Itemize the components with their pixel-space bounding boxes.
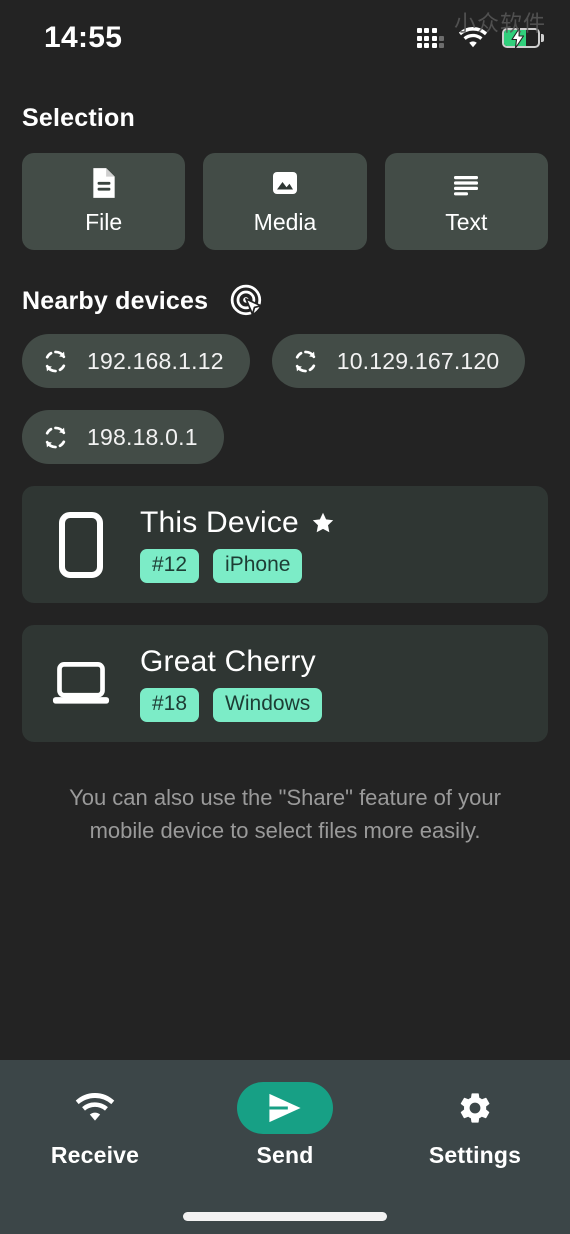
status-icons [416, 27, 544, 49]
scan-target-cursor-icon[interactable] [230, 284, 264, 318]
selection-media-button[interactable]: Media [203, 153, 367, 250]
nav-send-label: Send [256, 1142, 314, 1168]
signal-dots-icon [416, 28, 444, 48]
device-name-row: This Device [140, 506, 335, 540]
device-name: This Device [140, 506, 299, 540]
nav-item-receive[interactable]: Receive [0, 1078, 190, 1212]
laptop-icon [52, 661, 110, 704]
device-id-badge: #12 [140, 549, 200, 583]
nav-receive-icon-wrap [75, 1086, 115, 1130]
device-badges: #12 iPhone [140, 549, 335, 583]
share-hint-text: You can also use the "Share" feature of … [69, 785, 501, 843]
nav-send-icon-wrap [237, 1082, 333, 1134]
sync-icon [45, 426, 66, 448]
device-os-badge: Windows [213, 688, 323, 722]
device-icon-wrap [52, 659, 110, 709]
image-icon [272, 172, 297, 194]
device-name: Great Cherry [140, 645, 316, 679]
nearby-address-chip[interactable]: 10.129.167.120 [271, 334, 526, 388]
nearby-address-chip[interactable]: 198.18.0.1 [22, 410, 224, 464]
gear-icon [460, 1093, 490, 1123]
send-icon [269, 1093, 301, 1123]
device-name-row: Great Cherry [140, 645, 322, 679]
nav-item-settings[interactable]: Settings [380, 1078, 570, 1212]
status-time: 14:55 [44, 21, 123, 54]
nearby-devices-header: Nearby devices [22, 284, 548, 318]
device-os-badge: iPhone [213, 549, 303, 583]
device-icon-wrap [52, 511, 110, 578]
selection-row: File Media Text [22, 153, 548, 250]
selection-text-button[interactable]: Text [384, 153, 548, 250]
device-info: Great Cherry #18 Windows [140, 645, 323, 722]
phone-icon [59, 511, 103, 578]
selection-title: Selection [22, 104, 135, 132]
main-content: Selection File Media Text Nearby devices… [0, 76, 570, 1060]
bottom-navigation: Receive Send Settings [0, 1060, 570, 1234]
wifi-icon [458, 27, 488, 48]
nav-settings-label: Settings [428, 1142, 522, 1168]
selection-media-label: Media [253, 209, 317, 235]
device-id-badge: #18 [140, 688, 200, 722]
bottom-nav-row: Receive Send Settings [0, 1078, 570, 1212]
nav-settings-icon-wrap [457, 1086, 493, 1130]
nearby-address-label: 10.129.167.120 [336, 347, 500, 374]
nav-item-send[interactable]: Send [190, 1078, 380, 1212]
status-bar: 14:55 小众软件 [0, 0, 570, 76]
charging-bolt-icon [511, 28, 525, 48]
app-screen: 14:55 小众软件 Selection File Media Text Nea… [0, 0, 570, 1234]
home-indicator[interactable] [183, 1212, 387, 1221]
sync-icon [295, 350, 315, 372]
nav-receive-label: Receive [50, 1142, 140, 1168]
nearby-address-chips: 192.168.1.12 10.129.167.120 198.18.0.1 [22, 334, 548, 464]
selection-text-label: Text [445, 209, 488, 235]
wifi-icon [75, 1093, 115, 1121]
device-info: This Device #12 iPhone [140, 506, 335, 583]
selection-file-button[interactable]: File [22, 153, 186, 250]
nearby-address-chip[interactable]: 192.168.1.12 [22, 334, 250, 388]
nearby-address-label: 198.18.0.1 [87, 423, 198, 450]
sync-icon [45, 350, 66, 372]
battery-charging-icon [502, 28, 544, 48]
device-card-great-cherry[interactable]: Great Cherry #18 Windows [22, 625, 548, 742]
nearby-devices-title: Nearby devices [22, 286, 209, 315]
nearby-address-label: 192.168.1.12 [87, 347, 224, 374]
selection-file-label: File [85, 209, 123, 235]
device-card-this-device[interactable]: This Device #12 iPhone [22, 486, 548, 603]
send-active-pill[interactable] [237, 1082, 333, 1134]
file-document-icon [92, 168, 115, 198]
device-badges: #18 Windows [140, 688, 323, 722]
star-icon [312, 513, 334, 533]
text-lines-icon [454, 176, 479, 196]
